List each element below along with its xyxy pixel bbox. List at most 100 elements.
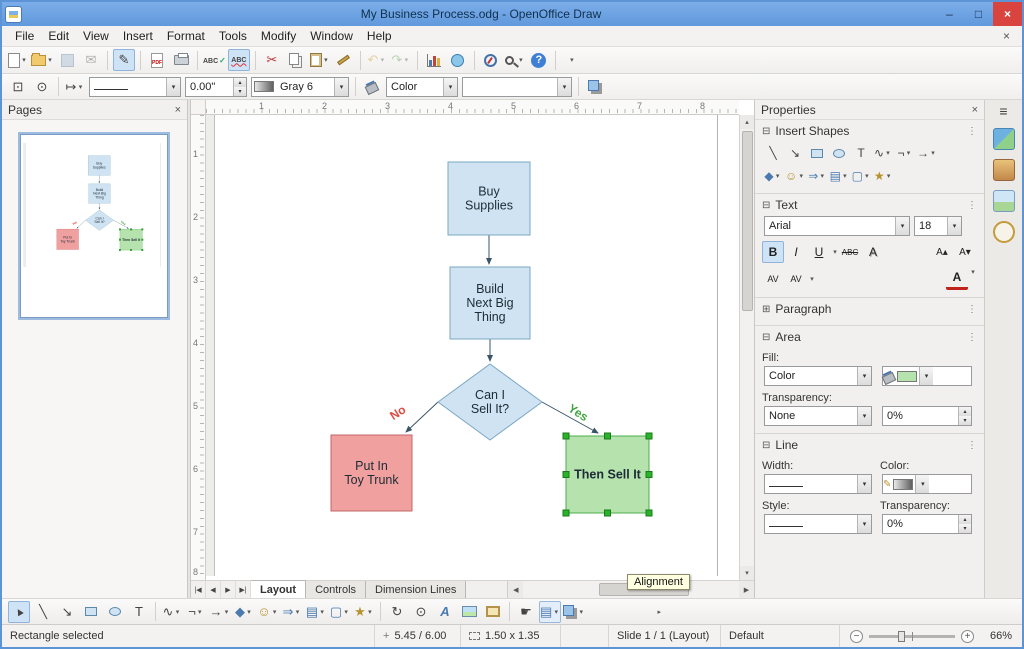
select-tool-button[interactable]: ▲ xyxy=(8,600,30,623)
flowchart-dropdown-icon[interactable]: ▾ xyxy=(841,172,849,180)
line-style-dropdown-icon[interactable]: ▾ xyxy=(166,77,180,96)
text-header[interactable]: ⊟ Text ⋮ xyxy=(762,196,977,214)
hyperlink-button[interactable] xyxy=(447,49,469,71)
flow-connector[interactable] xyxy=(405,401,439,433)
lines-arrows-dropdown-icon[interactable]: ▾ xyxy=(929,149,937,157)
line-transparency-spinner[interactable]: 0% ▴ ▾ xyxy=(882,514,972,534)
maximize-button[interactable]: □ xyxy=(964,2,993,26)
interaction-button[interactable]: ☛ xyxy=(515,601,537,623)
tab-layout[interactable]: Layout xyxy=(251,580,307,598)
basic-shapes-dropdown-icon[interactable]: ▾ xyxy=(774,172,782,180)
next-page-button[interactable]: ▶ xyxy=(221,581,236,598)
star-shapes-button[interactable]: ★ ▾ xyxy=(353,601,375,623)
italic-button[interactable]: I xyxy=(785,241,807,263)
line-tool-button[interactable]: ╲ xyxy=(32,601,54,623)
drawbar-overflow-button[interactable]: ▸ xyxy=(648,601,670,623)
symbol-shapes-dropdown-icon[interactable]: ▾ xyxy=(797,172,805,180)
fill-color-button[interactable]: ▾ xyxy=(881,366,972,386)
block-arrows-dropdown-icon[interactable]: ▾ xyxy=(293,608,301,616)
page-thumbnail[interactable]: Buy Supplies Build Next Big Thing Can I Sell I… xyxy=(18,132,170,320)
flowchart[interactable]: BuySupplies BuildNext BigThing Can ISell I… xyxy=(206,115,733,576)
edit-file-button[interactable]: ✎ xyxy=(113,49,135,71)
insert-arrow-button[interactable]: ↘ xyxy=(785,143,805,163)
fill-type-dropdown-icon[interactable]: ▾ xyxy=(443,77,457,96)
sidebar-properties-icon[interactable] xyxy=(992,128,1015,150)
spacing-dropdown-icon[interactable]: ▾ xyxy=(808,275,816,283)
glue-points-button[interactable]: ⊙ xyxy=(31,76,53,98)
line-width-select[interactable]: ▾ xyxy=(764,474,872,494)
insert-image-button[interactable] xyxy=(458,601,480,623)
zoom-in-button[interactable]: + xyxy=(961,629,974,643)
font-name-dropdown-icon[interactable]: ▾ xyxy=(895,217,909,235)
curve-dropdown-icon[interactable]: ▾ xyxy=(173,608,181,616)
selection-handle[interactable] xyxy=(645,509,653,517)
pages-close-icon[interactable]: × xyxy=(175,104,181,116)
callout-shapes-button[interactable]: ▢ ▾ xyxy=(851,166,871,186)
spin-down-icon[interactable]: ▾ xyxy=(959,524,971,533)
lines-arrows-dropdown-icon[interactable]: ▾ xyxy=(223,608,231,616)
line-style-select[interactable]: ▾ xyxy=(89,76,181,97)
insert-ellipse-button[interactable] xyxy=(829,143,849,163)
decrease-font-button[interactable]: A▾ xyxy=(954,241,976,263)
ellipse-tool-button[interactable] xyxy=(104,601,126,623)
selection-handle[interactable] xyxy=(119,249,121,251)
symbol-shapes-dropdown-icon[interactable]: ▾ xyxy=(271,608,279,616)
selection-handle[interactable] xyxy=(141,249,144,251)
print-button[interactable] xyxy=(170,49,192,71)
selection-handle[interactable] xyxy=(562,432,570,440)
help-button[interactable]: ? xyxy=(528,49,550,71)
transparency-dropdown-icon[interactable]: ▾ xyxy=(857,407,871,425)
star-shapes-button[interactable]: ★ ▾ xyxy=(873,166,893,186)
menu-window[interactable]: Window xyxy=(303,27,360,45)
insert-connector-button[interactable]: ¬ ▾ xyxy=(895,143,915,163)
line-width-value[interactable]: 0.00" xyxy=(186,78,233,96)
flowchart-shapes-button[interactable]: ▤ ▾ xyxy=(305,601,327,623)
increase-spacing-button[interactable]: AV xyxy=(762,268,784,290)
rectangle-tool-button[interactable] xyxy=(80,601,102,623)
style-status[interactable]: Default xyxy=(729,630,764,642)
sidebar-navigator-icon[interactable] xyxy=(992,221,1015,243)
section-more-icon[interactable]: ⋮ xyxy=(967,440,977,451)
redo-button[interactable]: ↷ ▾ xyxy=(390,49,412,71)
sidebar-styles-icon[interactable] xyxy=(992,190,1015,212)
font-size-value[interactable]: 18 xyxy=(915,220,947,232)
selection-handle[interactable] xyxy=(604,432,611,440)
document-close-icon[interactable]: × xyxy=(997,29,1016,43)
selection-handle[interactable] xyxy=(130,228,133,231)
menu-view[interactable]: View xyxy=(76,27,116,45)
zoom-dropdown-icon[interactable]: ▾ xyxy=(517,56,525,64)
line-color-dropdown-icon[interactable]: ▾ xyxy=(334,77,348,96)
font-name-value[interactable]: Arial xyxy=(765,220,895,232)
spellcheck-button[interactable]: ABC xyxy=(203,49,226,71)
glue-points-button[interactable]: ⊙ xyxy=(410,601,432,623)
navigator-button[interactable] xyxy=(480,49,502,71)
callout-dropdown-icon[interactable]: ▾ xyxy=(342,608,350,616)
curve-tool-button[interactable]: ∿ ▾ xyxy=(161,601,183,623)
arrow-style-button[interactable]: ↦ ▾ xyxy=(64,76,86,98)
vertical-scrollbar[interactable]: ▴ ▾ xyxy=(739,115,754,580)
undo-dropdown-icon[interactable]: ▾ xyxy=(378,56,386,64)
tab-scrollbar-splitter[interactable] xyxy=(466,581,509,598)
arrange-button[interactable]: ▾ xyxy=(563,601,585,623)
selection-handle[interactable] xyxy=(130,249,133,251)
vertical-scroll-thumb[interactable] xyxy=(741,131,753,311)
selection-handle[interactable] xyxy=(119,228,121,231)
font-name-select[interactable]: Arial ▾ xyxy=(764,216,910,236)
menu-modify[interactable]: Modify xyxy=(254,27,303,45)
line-color-select[interactable]: Gray 6 ▾ xyxy=(251,76,349,97)
shadow-button[interactable] xyxy=(584,76,606,98)
selection-handle[interactable] xyxy=(645,432,653,440)
font-size-dropdown-icon[interactable]: ▾ xyxy=(947,217,961,235)
collapse-icon[interactable]: ⊟ xyxy=(762,440,770,451)
save-button[interactable] xyxy=(56,49,78,71)
font-size-select[interactable]: 18 ▾ xyxy=(914,216,962,236)
line-transparency-value[interactable]: 0% xyxy=(883,515,958,533)
vertical-ruler[interactable]: 1 2 3 4 5 6 7 8 xyxy=(191,115,206,580)
sidebar-menu-icon[interactable]: ≡ xyxy=(999,103,1007,119)
new-dropdown-icon[interactable]: ▾ xyxy=(20,56,28,64)
spin-up-icon[interactable]: ▴ xyxy=(959,407,971,416)
symbol-shapes-button[interactable]: ☺ ▾ xyxy=(785,166,805,186)
arrow-style-dropdown-icon[interactable]: ▾ xyxy=(76,83,84,91)
fill-style-select[interactable]: Color ▾ xyxy=(764,366,872,386)
insert-shapes-header[interactable]: ⊟ Insert Shapes ⋮ xyxy=(762,122,977,140)
